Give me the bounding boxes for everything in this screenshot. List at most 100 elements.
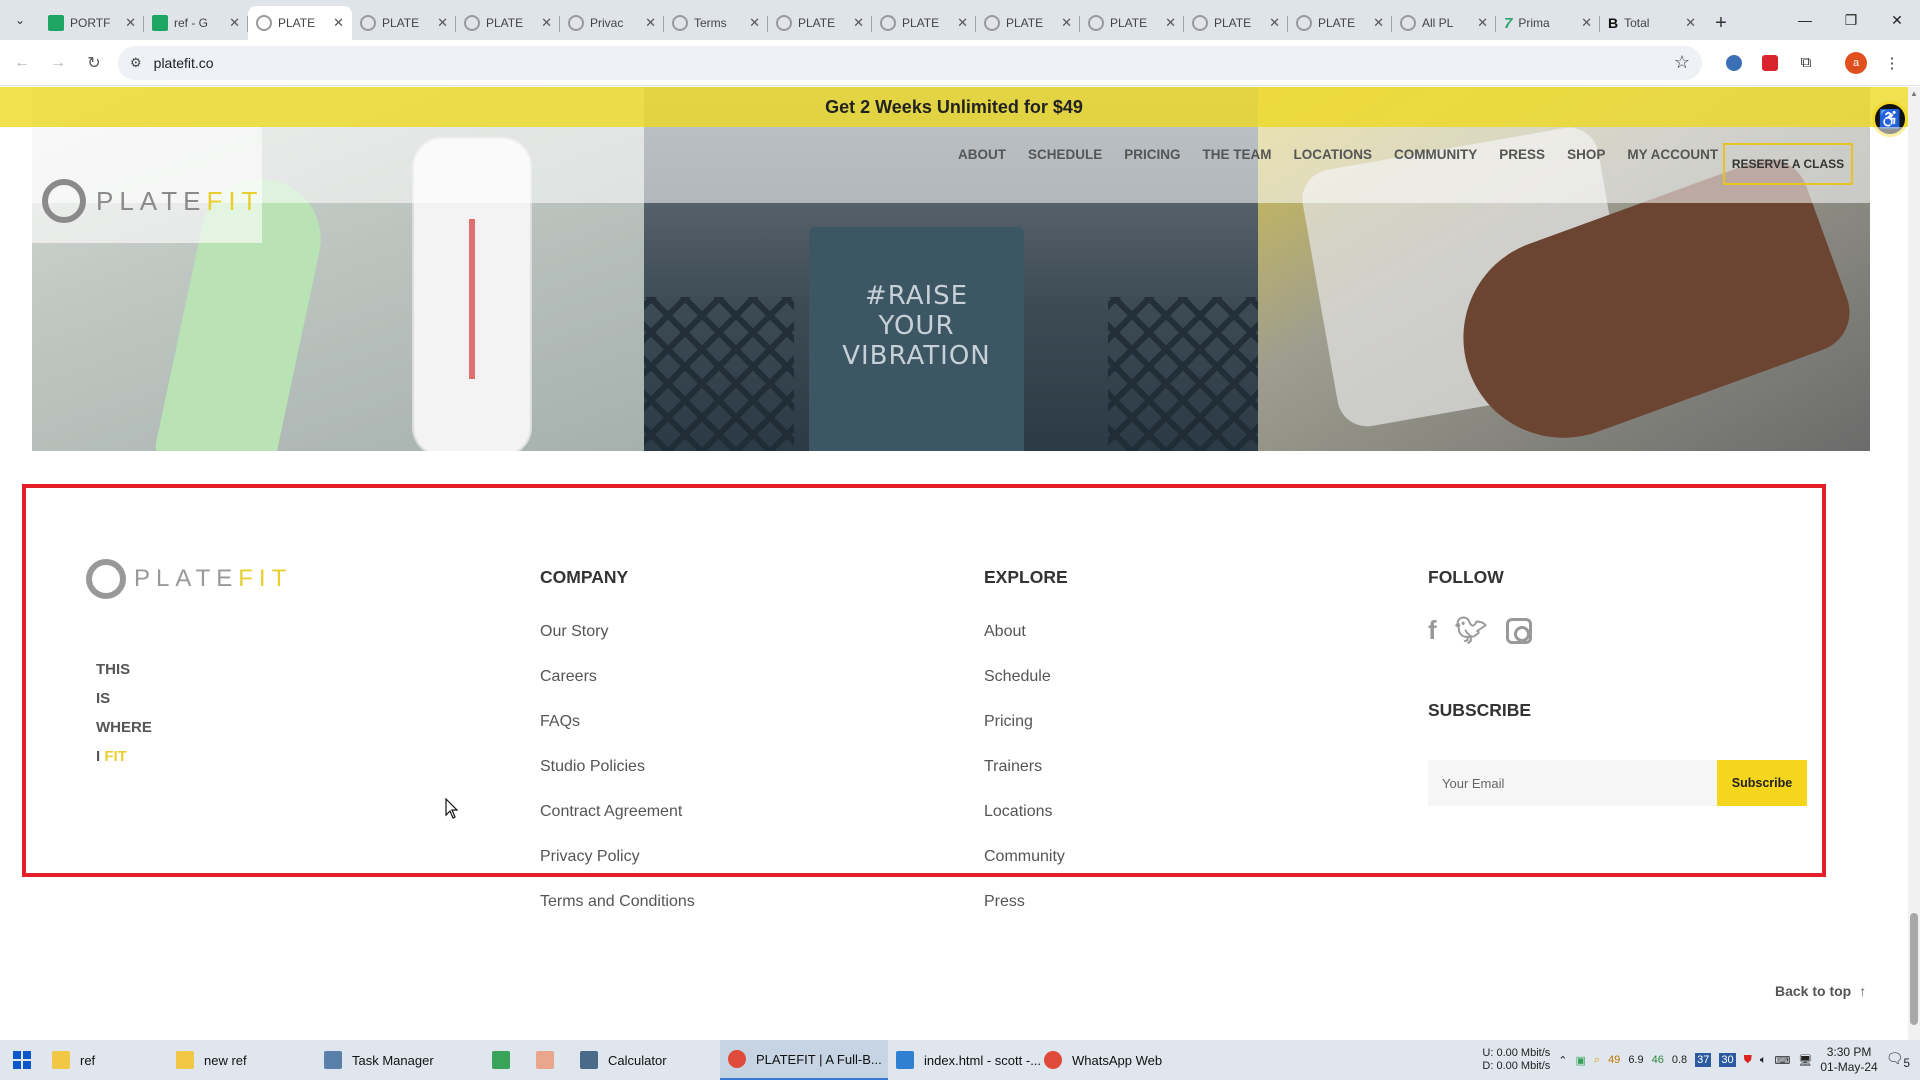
footer-link-studio-policies[interactable]: Studio Policies — [540, 754, 695, 779]
taskbar-item[interactable]: index.html - scott -... — [888, 1040, 1041, 1080]
tab-close-icon[interactable]: ✕ — [853, 15, 864, 31]
taskbar-item[interactable]: Calculator — [572, 1040, 720, 1080]
footer-link-our-story[interactable]: Our Story — [540, 619, 695, 644]
footer-link-schedule[interactable]: Schedule — [984, 664, 1068, 689]
browser-tab[interactable]: PLATE ✕ — [768, 6, 872, 40]
tab-close-icon[interactable]: ✕ — [1061, 15, 1072, 31]
close-window-icon[interactable]: ✕ — [1874, 0, 1920, 40]
tray-search-icon[interactable]: ⌕ — [1594, 1054, 1600, 1067]
tray-app-icon[interactable]: ▣ — [1575, 1054, 1585, 1067]
browser-tab[interactable]: ref - G ✕ — [144, 6, 248, 40]
omnibox[interactable]: ⚙ platefit.co ☆ — [118, 45, 1702, 80]
nav-link-community[interactable]: COMMUNITY — [1394, 147, 1477, 162]
start-button[interactable] — [0, 1040, 44, 1080]
footer-link-community[interactable]: Community — [984, 844, 1068, 869]
browser-tab[interactable]: B Total ✕ — [1600, 6, 1704, 40]
tray-shield-icon[interactable]: ⛊ — [1744, 1054, 1752, 1067]
browser-tab[interactable]: Privac ✕ — [560, 6, 664, 40]
nav-link-pricing[interactable]: PRICING — [1124, 147, 1180, 162]
clock[interactable]: 3:30 PM 01-May-24 — [1820, 1045, 1877, 1075]
twitter-icon[interactable]: 🐦︎ — [1455, 615, 1488, 646]
volume-icon[interactable]: 🔈︎ — [1760, 1054, 1767, 1067]
tab-close-icon[interactable]: ✕ — [749, 15, 760, 31]
nav-link-shop[interactable]: SHOP — [1567, 147, 1605, 162]
tab-close-icon[interactable]: ✕ — [541, 15, 552, 31]
taskbar-item[interactable]: Task Manager — [316, 1040, 484, 1080]
taskbar-item[interactable]: new ref — [168, 1040, 316, 1080]
footer-link-locations[interactable]: Locations — [984, 799, 1068, 824]
tray-badge-icon[interactable]: 30 — [1719, 1053, 1736, 1067]
tab-close-icon[interactable]: ✕ — [437, 15, 448, 31]
tab-close-icon[interactable]: ✕ — [1685, 15, 1696, 31]
nav-link-locations[interactable]: LOCATIONS — [1294, 147, 1373, 162]
email-field[interactable] — [1428, 760, 1717, 806]
footer-link-contract-agreement[interactable]: Contract Agreement — [540, 799, 695, 824]
tray-badge-icon[interactable]: 37 — [1695, 1053, 1712, 1067]
browser-tab[interactable]: Terms ✕ — [664, 6, 768, 40]
chrome-menu-icon[interactable]: ⋮ — [1874, 45, 1910, 81]
back-to-top-link[interactable]: Back to top ↑ — [1775, 983, 1866, 999]
footer-link-press[interactable]: Press — [984, 889, 1068, 914]
nav-link-the-team[interactable]: THE TEAM — [1203, 147, 1272, 162]
show-hidden-icons-chevron-icon[interactable]: ⌃ — [1558, 1054, 1567, 1067]
taskbar-item[interactable]: WhatsApp Web — [1036, 1040, 1192, 1080]
tab-close-icon[interactable]: ✕ — [1581, 15, 1592, 31]
tab-close-icon[interactable]: ✕ — [1269, 15, 1280, 31]
back-arrow-icon[interactable]: ← — [4, 45, 40, 81]
profile-avatar[interactable]: a — [1838, 45, 1874, 81]
footer-link-terms-and-conditions[interactable]: Terms and Conditions — [540, 889, 695, 914]
tab-close-icon[interactable]: ✕ — [333, 15, 344, 31]
header-logo[interactable]: PLATEFIT — [42, 179, 263, 223]
puzzle-extensions-icon[interactable]: ⧉ — [1788, 45, 1824, 81]
browser-tab[interactable]: PLATE ✕ — [456, 6, 560, 40]
tab-close-icon[interactable]: ✕ — [125, 15, 136, 31]
tab-search-chevron-icon[interactable]: ⌄ — [0, 0, 40, 40]
taskbar-item[interactable]: ref — [44, 1040, 168, 1080]
tab-close-icon[interactable]: ✕ — [957, 15, 968, 31]
subscribe-button[interactable]: Subscribe — [1717, 760, 1807, 806]
reload-icon[interactable]: ↻ — [76, 45, 112, 81]
reserve-class-button[interactable]: RESERVE A CLASS — [1723, 143, 1853, 185]
browser-tab[interactable]: PLATE ✕ — [872, 6, 976, 40]
extension-icon[interactable] — [1716, 45, 1752, 81]
shield-extension-icon[interactable] — [1752, 45, 1788, 81]
footer-link-careers[interactable]: Careers — [540, 664, 695, 689]
tab-close-icon[interactable]: ✕ — [1165, 15, 1176, 31]
bookmark-star-icon[interactable]: ☆ — [1674, 52, 1690, 73]
footer-link-faqs[interactable]: FAQs — [540, 709, 695, 734]
taskbar-item[interactable] — [528, 1040, 572, 1080]
footer-link-privacy-policy[interactable]: Privacy Policy — [540, 844, 695, 869]
new-tab-button[interactable]: + — [1704, 6, 1738, 40]
scrollbar-thumb[interactable] — [1910, 913, 1918, 1025]
browser-tab[interactable]: PLATE ✕ — [1080, 6, 1184, 40]
browser-tab[interactable]: PLATE ✕ — [248, 6, 352, 40]
browser-tab[interactable]: PLATE ✕ — [1288, 6, 1392, 40]
network-icon[interactable]: 🖥︎ — [1798, 1054, 1812, 1067]
scroll-up-icon[interactable]: ▲ — [1910, 89, 1918, 98]
footer-link-pricing[interactable]: Pricing — [984, 709, 1068, 734]
tab-close-icon[interactable]: ✕ — [645, 15, 656, 31]
browser-tab[interactable]: PORTF ✕ — [40, 6, 144, 40]
url-text[interactable]: platefit.co — [154, 55, 1674, 71]
browser-tab[interactable]: PLATE ✕ — [976, 6, 1080, 40]
footer-link-trainers[interactable]: Trainers — [984, 754, 1068, 779]
site-info-icon[interactable]: ⚙ — [130, 55, 142, 71]
facebook-icon[interactable]: f — [1428, 615, 1437, 646]
nav-link-press[interactable]: PRESS — [1499, 147, 1545, 162]
notifications-icon[interactable]: 🗨︎5 — [1886, 1050, 1910, 1070]
restore-icon[interactable]: ❐ — [1828, 0, 1874, 40]
taskbar-item[interactable] — [484, 1040, 528, 1080]
tab-close-icon[interactable]: ✕ — [1477, 15, 1488, 31]
nav-link-schedule[interactable]: SCHEDULE — [1028, 147, 1102, 162]
nav-link-about[interactable]: ABOUT — [958, 147, 1006, 162]
footer-logo[interactable]: PLATEFIT — [86, 559, 292, 599]
promo-banner[interactable]: Get 2 Weeks Unlimited for $49 — [0, 87, 1908, 127]
nav-link-my-account[interactable]: MY ACCOUNT — [1627, 147, 1718, 162]
tab-close-icon[interactable]: ✕ — [229, 15, 240, 31]
minimize-icon[interactable]: — — [1782, 0, 1828, 40]
keyboard-icon[interactable]: ⌨ — [1775, 1054, 1791, 1067]
forward-arrow-icon[interactable]: → — [40, 45, 76, 81]
browser-tab[interactable]: 7 Prima ✕ — [1496, 6, 1600, 40]
browser-tab[interactable]: PLATE ✕ — [352, 6, 456, 40]
browser-tab[interactable]: PLATE ✕ — [1184, 6, 1288, 40]
